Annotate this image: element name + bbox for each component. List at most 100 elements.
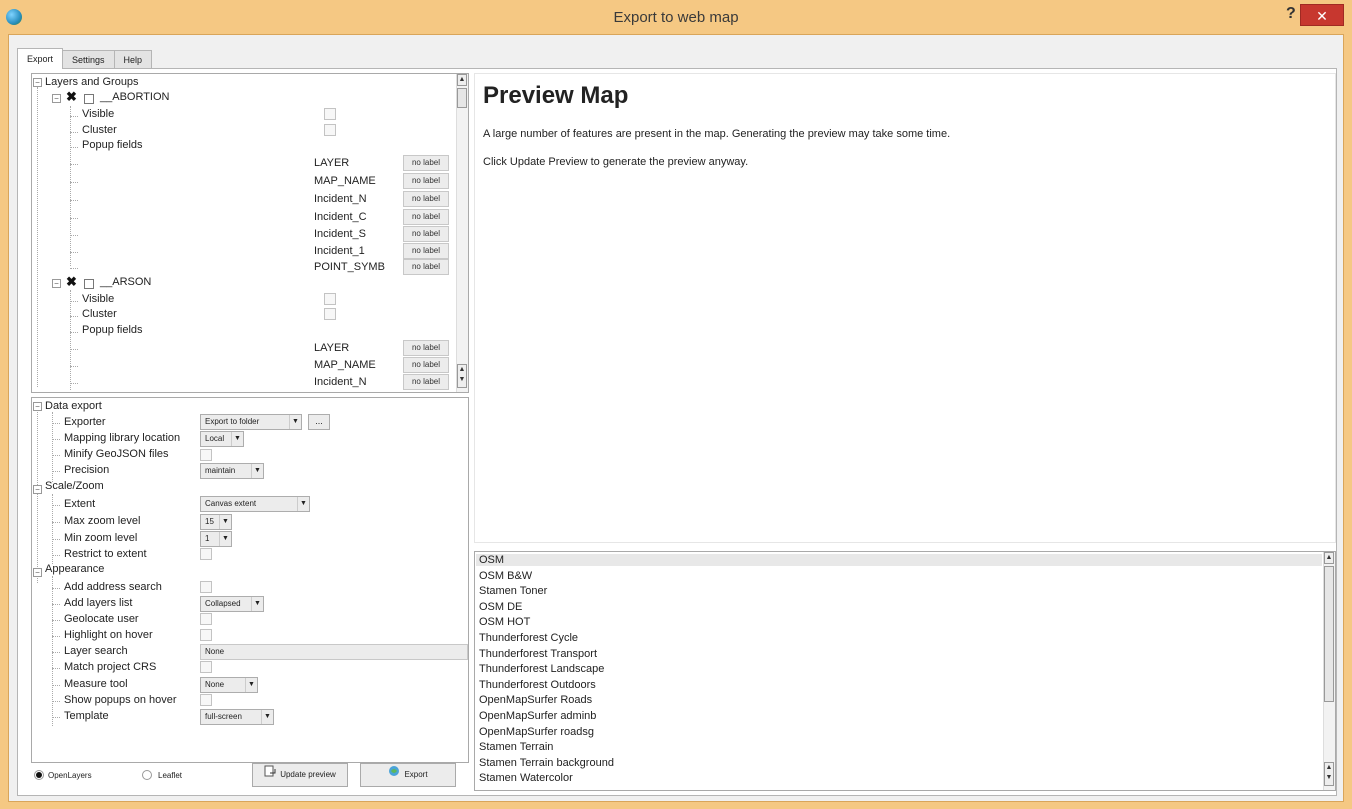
openlayers-radio[interactable]: [34, 770, 44, 780]
close-button[interactable]: ✕: [1300, 4, 1344, 26]
exporter-label: Exporter: [64, 416, 106, 428]
popup-field-name: Incident_S: [314, 228, 366, 240]
collapse-icon[interactable]: −: [52, 94, 61, 103]
layer-search-label: Layer search: [64, 645, 128, 657]
scroll-down-icon[interactable]: ▲ ▼: [1324, 762, 1334, 786]
popup-field-select[interactable]: no label: [403, 155, 449, 171]
section-data-export: Data export: [45, 400, 102, 412]
basemap-item[interactable]: OSM DE: [479, 601, 522, 613]
basemap-item[interactable]: OSM HOT: [479, 616, 530, 628]
basemap-item[interactable]: Stamen Watercolor: [479, 772, 573, 784]
tab-help[interactable]: Help: [113, 50, 153, 70]
popup-field-name: LAYER: [314, 342, 350, 354]
highlight-checkbox[interactable]: [200, 629, 212, 641]
chevron-down-icon: ▼: [251, 464, 263, 478]
collapse-icon[interactable]: −: [52, 279, 61, 288]
layers-tree[interactable]: − Layers and Groups − ✖ __ABORTION Visib…: [31, 73, 469, 393]
restrict-extent-label: Restrict to extent: [64, 548, 147, 560]
mapping-library-select[interactable]: Local ▼: [200, 431, 244, 447]
basemap-item[interactable]: Thunderforest Cycle: [479, 632, 578, 644]
layers-list-select[interactable]: Collapsed ▼: [200, 596, 264, 612]
basemap-item[interactable]: OpenMapSurfer roadsg: [479, 726, 594, 738]
collapse-icon[interactable]: −: [33, 568, 42, 577]
help-button[interactable]: ?: [1286, 5, 1296, 23]
basemap-item[interactable]: Thunderforest Transport: [479, 648, 597, 660]
basemap-item[interactable]: Thunderforest Landscape: [479, 663, 604, 675]
popup-field-name: LAYER: [314, 157, 350, 169]
basemap-item[interactable]: Stamen Toner: [479, 585, 547, 597]
basemap-scrollbar[interactable]: ▲ ▲ ▼: [1323, 552, 1335, 790]
popup-field-select[interactable]: no label: [403, 357, 449, 373]
popup-field-select[interactable]: no label: [403, 243, 449, 259]
layer-checkbox-icon[interactable]: ✖: [66, 274, 77, 290]
layer-search-select[interactable]: None: [200, 644, 468, 660]
match-crs-checkbox[interactable]: [200, 661, 212, 673]
export-button[interactable]: Export: [360, 763, 456, 787]
address-search-checkbox[interactable]: [200, 581, 212, 593]
extent-select[interactable]: Canvas extent ▼: [200, 496, 310, 512]
update-preview-button[interactable]: Update preview: [252, 763, 348, 787]
min-zoom-select[interactable]: 1 ▼: [200, 531, 232, 547]
popup-field-name: POINT_SYMB: [314, 261, 385, 273]
popup-field-select[interactable]: no label: [403, 340, 449, 356]
template-select[interactable]: full-screen ▼: [200, 709, 274, 725]
popup-field-select[interactable]: no label: [403, 226, 449, 242]
collapse-icon[interactable]: −: [33, 78, 42, 87]
basemap-item[interactable]: OpenMapSurfer Roads: [479, 694, 592, 706]
popup-field-select[interactable]: no label: [403, 191, 449, 207]
layer-prop-visible: Visible: [82, 108, 115, 120]
visible-checkbox[interactable]: [324, 108, 336, 120]
precision-select[interactable]: maintain ▼: [200, 463, 264, 479]
collapse-icon[interactable]: −: [33, 402, 42, 411]
geolocate-checkbox[interactable]: [200, 613, 212, 625]
openlayers-label: OpenLayers: [48, 771, 92, 780]
exporter-select[interactable]: Export to folder ▼: [200, 414, 302, 430]
popup-field-select[interactable]: no label: [403, 374, 449, 390]
layer-group-checkbox[interactable]: [84, 94, 94, 104]
min-zoom-label: Min zoom level: [64, 532, 138, 544]
scroll-up-icon[interactable]: ▲: [1324, 552, 1334, 564]
popup-field-select[interactable]: no label: [403, 209, 449, 225]
scroll-thumb[interactable]: [457, 88, 467, 108]
measure-tool-select[interactable]: None ▼: [200, 677, 258, 693]
popup-field-name: MAP_NAME: [314, 175, 376, 187]
basemap-item[interactable]: Stamen Terrain: [479, 741, 553, 753]
precision-label: Precision: [64, 464, 110, 476]
scroll-thumb[interactable]: [1324, 566, 1334, 702]
cluster-checkbox[interactable]: [324, 124, 336, 136]
minify-checkbox[interactable]: [200, 449, 212, 461]
basemap-item[interactable]: OpenMapSurfer adminb: [479, 710, 596, 722]
basemap-list[interactable]: OSM OSM B&W Stamen Toner OSM DE OSM HOT Thund…: [474, 551, 1336, 791]
popup-field-name: Incident_1: [314, 245, 365, 257]
basemap-item[interactable]: OSM: [476, 554, 1322, 566]
cluster-checkbox[interactable]: [324, 308, 336, 320]
tree-root-label: Layers and Groups: [45, 76, 139, 88]
tree-scrollbar[interactable]: ▲ ▲ ▼: [456, 74, 468, 392]
popup-field-select[interactable]: no label: [403, 173, 449, 189]
basemap-item[interactable]: Thunderforest Outdoors: [479, 679, 596, 691]
layer-group-checkbox[interactable]: [84, 279, 94, 289]
scroll-up-icon[interactable]: ▲: [457, 74, 467, 86]
preview-instruction-text: Click Update Preview to generate the pre…: [483, 156, 749, 168]
highlight-label: Highlight on hover: [64, 629, 153, 641]
layer-name: __ABORTION: [100, 91, 170, 103]
popup-field-select[interactable]: no label: [403, 259, 449, 275]
basemap-item[interactable]: OSM B&W: [479, 570, 532, 582]
basemap-item[interactable]: Stamen Terrain background: [479, 757, 614, 769]
collapse-icon[interactable]: −: [33, 485, 42, 494]
refresh-document-icon: [264, 764, 276, 786]
restrict-extent-checkbox[interactable]: [200, 548, 212, 560]
max-zoom-label: Max zoom level: [64, 515, 141, 527]
geolocate-label: Geolocate user: [64, 613, 139, 625]
chevron-down-icon: ▼: [251, 597, 263, 611]
popups-hover-checkbox[interactable]: [200, 694, 212, 706]
leaflet-radio[interactable]: [142, 770, 152, 780]
visible-checkbox[interactable]: [324, 293, 336, 305]
scroll-down-icon[interactable]: ▲ ▼: [457, 364, 467, 388]
max-zoom-select[interactable]: 15 ▼: [200, 514, 232, 530]
layer-checkbox-icon[interactable]: ✖: [66, 89, 77, 105]
tab-settings[interactable]: Settings: [62, 50, 115, 70]
tab-export[interactable]: Export: [17, 48, 64, 69]
browse-button[interactable]: ...: [308, 414, 330, 430]
template-label: Template: [64, 710, 109, 722]
